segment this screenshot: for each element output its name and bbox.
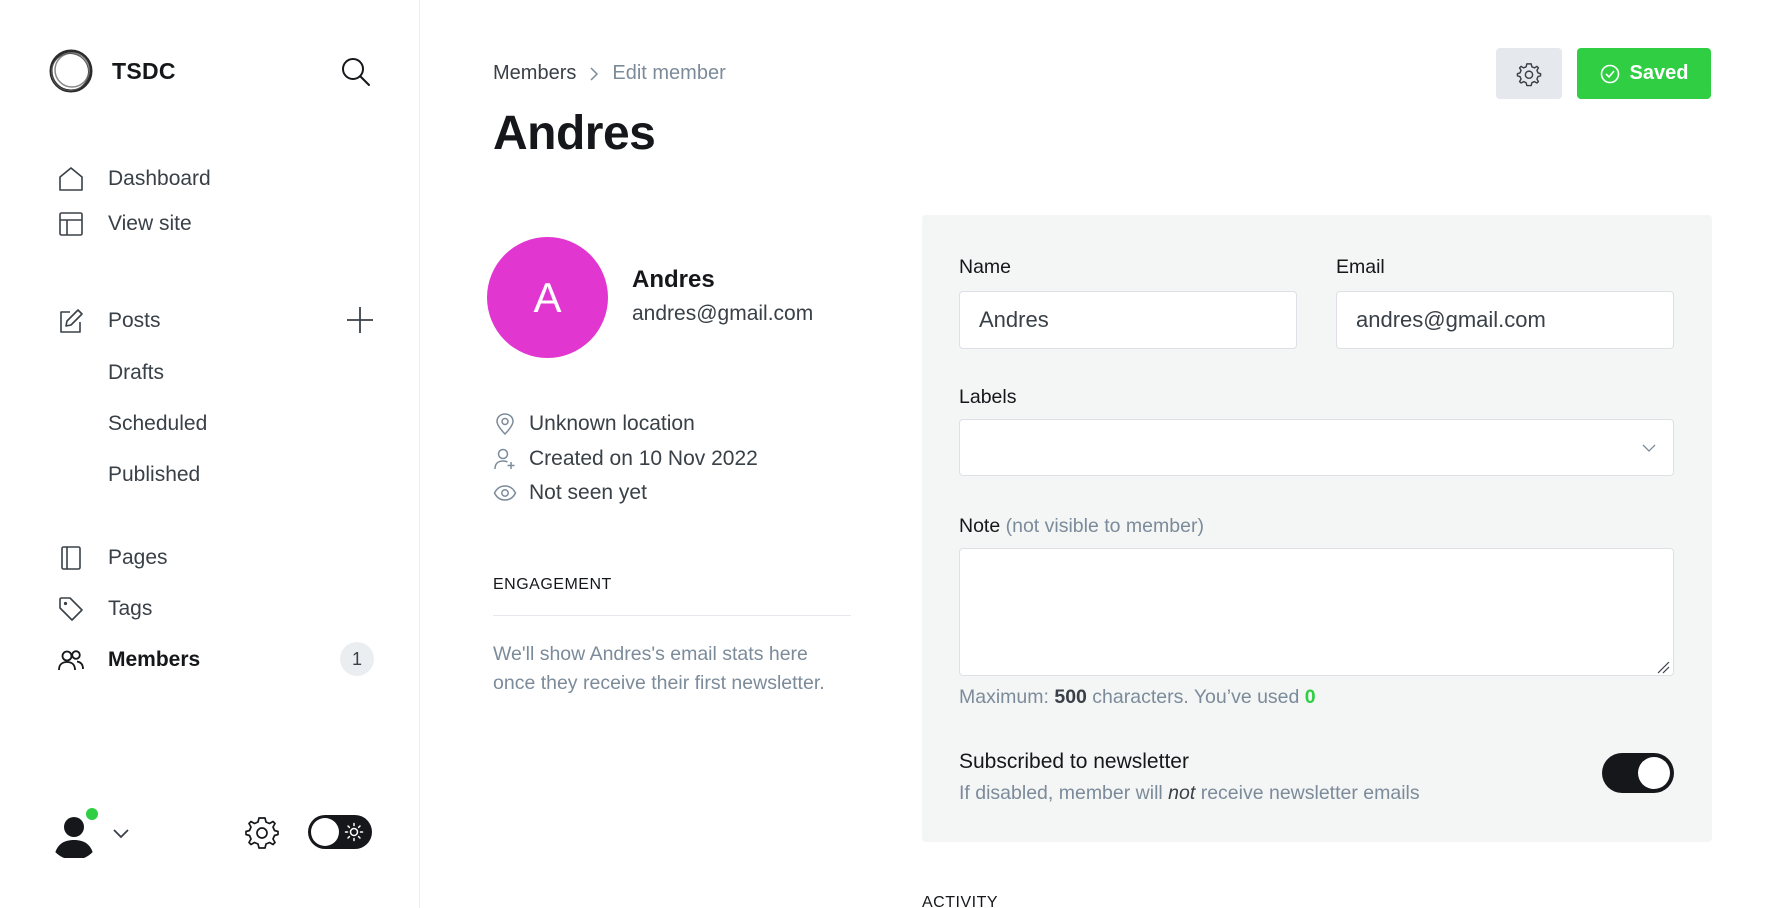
- nav-dashboard[interactable]: Dashboard: [56, 164, 211, 194]
- labels-select[interactable]: [959, 419, 1674, 476]
- members-icon: [56, 645, 86, 675]
- gear-icon[interactable]: [244, 814, 280, 850]
- theme-toggle[interactable]: [308, 815, 372, 849]
- engagement-heading: ENGAGEMENT: [493, 576, 612, 593]
- activity-heading: ACTIVITY: [922, 894, 999, 908]
- name-input[interactable]: [959, 291, 1297, 349]
- eye-icon: [493, 485, 517, 501]
- note-char-counter: Maximum: 500 characters. You’ve used 0: [959, 686, 1316, 709]
- sun-icon: [344, 822, 364, 842]
- name-label: Name: [959, 256, 1012, 278]
- home-icon: [56, 164, 86, 194]
- user-add-icon: [494, 448, 515, 470]
- engagement-divider: [493, 615, 851, 616]
- search-icon[interactable]: [340, 56, 372, 88]
- brand-logo-icon: [49, 49, 93, 93]
- member-created-text: Created on 10 Nov 2022: [529, 447, 758, 470]
- breadcrumb-current: Edit member: [612, 62, 726, 84]
- member-avatar-initial: A: [533, 273, 562, 321]
- note-label-hint: (not visible to member): [1005, 515, 1204, 537]
- pencil-square-icon: [56, 306, 86, 336]
- newsletter-subscription-desc: If disabled, member will not receive new…: [959, 782, 1420, 805]
- sub-desc-part2: receive newsletter emails: [1195, 782, 1420, 804]
- member-name: Andres: [632, 266, 715, 293]
- check-circle-icon: [1600, 64, 1619, 83]
- members-count-badge: 1: [340, 642, 374, 676]
- saved-button[interactable]: Saved: [1577, 48, 1711, 99]
- nav-published[interactable]: Published: [108, 463, 200, 487]
- counter-mid: characters. You’ve used: [1086, 686, 1305, 708]
- nav-members[interactable]: Members: [56, 645, 200, 675]
- counter-max: 500: [1054, 686, 1087, 708]
- nav-view-site-label: View site: [108, 212, 192, 235]
- nav-dashboard-label: Dashboard: [108, 167, 211, 190]
- member-avatar: A: [487, 237, 608, 358]
- member-created: Created on 10 Nov 2022: [493, 447, 758, 471]
- email-input[interactable]: [1336, 291, 1674, 349]
- sub-desc-part1: If disabled, member will: [959, 782, 1169, 804]
- member-seen: Not seen yet: [493, 481, 647, 505]
- breadcrumb: Members Edit member: [493, 62, 726, 85]
- saved-button-label: Saved: [1629, 62, 1689, 84]
- counter-prefix: Maximum:: [959, 686, 1055, 708]
- nav-tags-label: Tags: [108, 597, 153, 620]
- resize-grip-icon[interactable]: [1656, 660, 1670, 674]
- newsletter-toggle-knob: [1638, 757, 1670, 789]
- note-label: Note (not visible to member): [959, 515, 1204, 538]
- page-icon: [56, 543, 86, 573]
- nav-pages[interactable]: Pages: [56, 543, 168, 573]
- member-email: andres@gmail.com: [632, 302, 814, 325]
- tag-icon: [56, 594, 86, 624]
- page-title: Andres: [493, 107, 656, 160]
- nav-scheduled[interactable]: Scheduled: [108, 412, 207, 436]
- nav-view-site[interactable]: View site: [56, 209, 192, 239]
- gear-icon: [1516, 62, 1542, 86]
- note-label-text: Note: [959, 515, 1001, 537]
- member-location-text: Unknown location: [529, 412, 695, 435]
- chevron-down-icon[interactable]: [110, 822, 132, 844]
- counter-used: 0: [1304, 686, 1316, 708]
- brand[interactable]: TSDC: [48, 48, 176, 94]
- online-status-dot: [84, 806, 100, 822]
- layout-icon: [56, 209, 86, 239]
- sub-desc-em: not: [1168, 782, 1196, 804]
- nav-posts[interactable]: Posts: [56, 306, 161, 336]
- nav-posts-label: Posts: [108, 309, 161, 332]
- member-location: Unknown location: [493, 412, 695, 436]
- theme-toggle-knob: [311, 818, 339, 846]
- breadcrumb-members-link[interactable]: Members: [493, 62, 576, 85]
- chevron-right-icon: [590, 66, 599, 81]
- nav-drafts[interactable]: Drafts: [108, 361, 164, 385]
- note-textarea[interactable]: [959, 548, 1674, 676]
- member-settings-button[interactable]: [1496, 48, 1562, 99]
- nav-tags[interactable]: Tags: [56, 594, 152, 624]
- add-post-icon[interactable]: [344, 304, 376, 336]
- location-pin-icon: [496, 413, 514, 436]
- nav-pages-label: Pages: [108, 546, 168, 569]
- labels-label: Labels: [959, 386, 1017, 408]
- newsletter-toggle[interactable]: [1602, 753, 1674, 793]
- newsletter-subscription-title: Subscribed to newsletter: [959, 750, 1189, 773]
- nav-members-label: Members: [108, 648, 201, 671]
- sidebar: TSDC Dashboard View site Posts Drafts Sc…: [0, 0, 420, 908]
- email-label: Email: [1336, 256, 1385, 278]
- member-seen-text: Not seen yet: [529, 481, 647, 504]
- chevron-down-icon: [1642, 444, 1656, 452]
- engagement-text: We'll show Andres's email stats here onc…: [493, 643, 825, 694]
- brand-name: TSDC: [112, 57, 176, 84]
